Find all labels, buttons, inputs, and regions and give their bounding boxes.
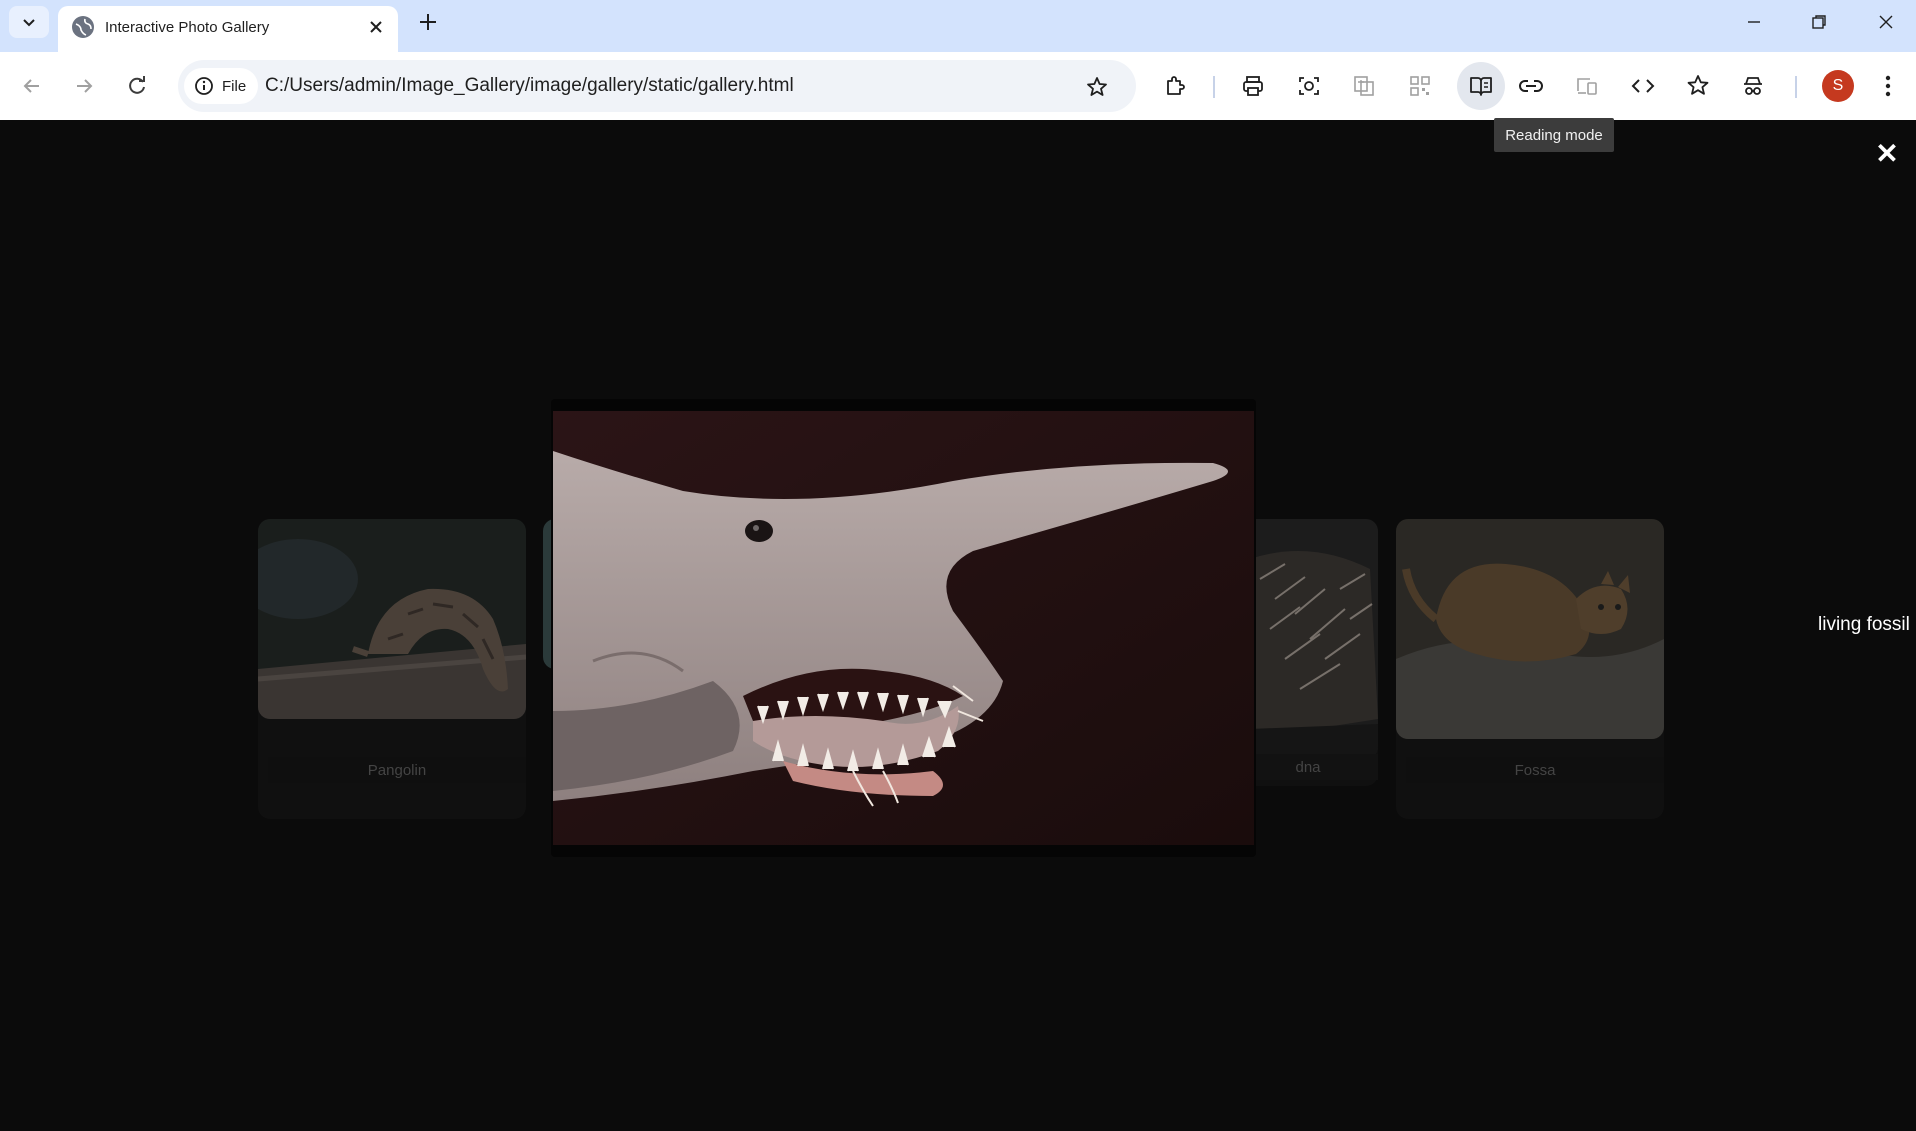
- tab-active[interactable]: Interactive Photo Gallery: [58, 6, 398, 52]
- translate-button[interactable]: [1346, 68, 1382, 104]
- forward-button[interactable]: [66, 68, 102, 104]
- reload-button[interactable]: [119, 68, 155, 104]
- site-chip-label: File: [222, 77, 247, 95]
- tab-close-button[interactable]: [364, 15, 388, 39]
- lightbox-close-button[interactable]: ✕: [1872, 138, 1902, 169]
- window-restore-button[interactable]: [1805, 8, 1833, 36]
- browser-window: Interactive Photo Gallery File C:/Users/…: [0, 0, 1916, 1131]
- url-text[interactable]: C:/Users/admin/Image_Gallery/image/galle…: [265, 60, 794, 112]
- bookmark-button[interactable]: [1084, 74, 1110, 100]
- info-icon: [195, 77, 213, 95]
- card-caption-echidna: dna: [1238, 754, 1378, 780]
- gallery-page: ✕ Pangolin dna Fossa living fossil: [0, 120, 1916, 1131]
- address-bar[interactable]: File C:/Users/admin/Image_Gallery/image/…: [178, 60, 1136, 112]
- cast-button[interactable]: [1569, 68, 1605, 104]
- browser-toolbar: File C:/Users/admin/Image_Gallery/image/…: [0, 52, 1916, 120]
- featured-image: [553, 411, 1254, 845]
- translate-icon: [1354, 76, 1374, 96]
- bookmark-star-icon: [1087, 77, 1107, 96]
- card-caption-fossa: Fossa: [1406, 757, 1664, 783]
- window-minimize-button[interactable]: [1740, 8, 1768, 36]
- more-menu-icon: [1885, 75, 1891, 97]
- view-source-button[interactable]: [1625, 68, 1661, 104]
- tab-title: Interactive Photo Gallery: [105, 19, 270, 36]
- shopping-icon: [1744, 77, 1762, 95]
- forward-icon: [77, 79, 93, 93]
- shopping-button[interactable]: [1735, 68, 1771, 104]
- back-icon: [23, 79, 39, 93]
- card-image-fossa: [1396, 519, 1664, 739]
- toolbar-separator: [1213, 76, 1215, 98]
- print-button[interactable]: [1235, 68, 1271, 104]
- extensions-button[interactable]: [1157, 68, 1193, 104]
- reading-mode-icon: [1470, 77, 1492, 96]
- screenshot-button[interactable]: [1291, 68, 1327, 104]
- chevron-down-icon: [23, 19, 35, 27]
- gallery-card-fossa[interactable]: Fossa: [1396, 519, 1664, 819]
- reading-mode-button[interactable]: [1457, 62, 1505, 110]
- copy-link-button[interactable]: [1513, 68, 1549, 104]
- new-tab-button[interactable]: [414, 8, 442, 36]
- plus-icon: [420, 14, 436, 30]
- copy-link-icon: [1519, 80, 1543, 92]
- featured-image-frame[interactable]: [551, 399, 1256, 857]
- extensions-icon: [1167, 76, 1185, 95]
- reading-mode-tooltip: Reading mode: [1494, 118, 1614, 152]
- print-icon: [1243, 76, 1263, 96]
- tab-strip: Interactive Photo Gallery: [0, 0, 1916, 52]
- view-source-icon: [1631, 79, 1655, 93]
- card-image-pangolin: [258, 519, 526, 719]
- site-info-chip[interactable]: File: [184, 68, 258, 104]
- more-menu-button[interactable]: [1870, 68, 1906, 104]
- card-caption-pangolin: Pangolin: [268, 757, 526, 783]
- minimize-icon: [1748, 21, 1760, 23]
- qr-code-button[interactable]: [1402, 68, 1438, 104]
- profile-avatar[interactable]: S: [1822, 70, 1854, 102]
- close-icon: [1879, 15, 1893, 29]
- gallery-card-pangolin[interactable]: Pangolin: [258, 519, 526, 819]
- cast-icon: [1577, 78, 1597, 95]
- globe-icon: [72, 16, 94, 38]
- window-close-button[interactable]: [1872, 8, 1900, 36]
- bookmarks-icon: [1687, 75, 1709, 95]
- bookmarks-button[interactable]: [1680, 68, 1716, 104]
- qr-code-icon: [1410, 76, 1430, 96]
- tab-search-button[interactable]: [9, 6, 49, 38]
- close-icon: [370, 21, 382, 33]
- screenshot-icon: [1299, 77, 1319, 95]
- restore-icon: [1812, 15, 1826, 29]
- toolbar-separator: [1795, 76, 1797, 98]
- reload-icon: [129, 76, 145, 94]
- back-button[interactable]: [14, 68, 50, 104]
- featured-caption: living fossil: [1818, 614, 1910, 635]
